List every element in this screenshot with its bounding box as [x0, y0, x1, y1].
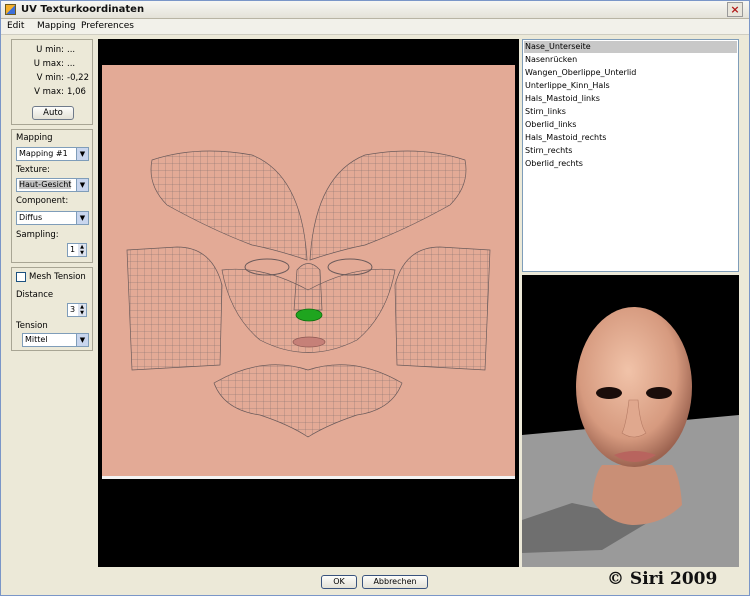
left-panel: U min: ... U max: ... V min: -0,22 V max… [11, 39, 93, 571]
wing-left-upper [150, 150, 308, 261]
uv-range-group: U min: ... U max: ... V min: -0,22 V max… [11, 39, 93, 125]
texture-border [102, 476, 515, 479]
u-max-value: ... [67, 59, 76, 69]
sampling-value: 1 [70, 245, 76, 254]
head-shape [576, 307, 692, 467]
eye-left [596, 387, 622, 399]
window-title: UV Texturkoordinaten [21, 4, 145, 15]
wing-right-upper [309, 150, 467, 261]
list-item[interactable]: Oberlid_links [524, 119, 737, 131]
v-max-label: V max: [34, 87, 64, 97]
head-3d-preview[interactable] [522, 275, 739, 567]
texture-select-value: Haut-Gesicht [19, 180, 72, 189]
sampling-label: Sampling: [16, 230, 59, 240]
eye-left-outline [244, 258, 290, 276]
mesh-tension-label: Mesh Tension [29, 272, 86, 282]
mesh-panel-left [126, 246, 223, 371]
tension-label: Tension [16, 321, 48, 331]
list-item[interactable]: Nase_Unterseite [524, 41, 737, 53]
parts-listbox[interactable]: Nase_Unterseite Nasenrücken Wangen_Oberl… [522, 39, 739, 272]
tension-select[interactable]: Mittel ▼ [22, 333, 89, 347]
title-bar[interactable]: UV Texturkoordinaten × [1, 1, 749, 19]
close-button[interactable]: × [727, 2, 743, 17]
chevron-down-icon[interactable]: ▼ [76, 148, 88, 160]
chevron-down-icon[interactable]: ▼ [76, 212, 88, 224]
uv-viewport[interactable] [98, 39, 519, 567]
cancel-button[interactable]: Abbrechen [362, 575, 428, 589]
texture-label: Texture: [16, 165, 50, 175]
status-line [0, 596, 750, 600]
uv-mesh-wireframe [126, 150, 491, 438]
uv-texture-canvas[interactable] [102, 65, 515, 476]
v-min-value: -0,22 [67, 73, 89, 83]
eye-right-outline [327, 258, 373, 276]
auto-button[interactable]: Auto [32, 106, 74, 120]
tension-select-value: Mittel [25, 335, 48, 344]
u-max-label: U max: [33, 59, 64, 69]
v-max-value: 1,06 [67, 87, 86, 97]
nose-bridge-mesh [293, 263, 323, 311]
list-item[interactable]: Nasenrücken [524, 54, 737, 66]
ok-button[interactable]: OK [321, 575, 357, 589]
chevron-down-icon[interactable]: ▼ [76, 179, 88, 191]
list-item[interactable]: Unterlippe_Kinn_Hals [524, 80, 737, 92]
list-item[interactable]: Wangen_Oberlippe_Unterlid [524, 67, 737, 79]
list-item[interactable]: Stirn_rechts [524, 145, 737, 157]
uv-editor-window: UV Texturkoordinaten × Edit Mapping Pref… [0, 0, 750, 596]
eye-right [646, 387, 672, 399]
menu-mapping[interactable]: Mapping [37, 21, 76, 31]
mapping-label: Mapping [16, 133, 53, 143]
mesh-tension-checkbox[interactable] [16, 272, 26, 282]
mapping-select[interactable]: Mapping #1 ▼ [16, 147, 89, 161]
distance-value: 3 [70, 305, 76, 314]
menu-edit[interactable]: Edit [7, 21, 24, 31]
texture-select[interactable]: Haut-Gesicht ▼ [16, 178, 89, 192]
u-min-label: U min: [36, 45, 64, 55]
spin-down-icon[interactable]: ▼ [78, 310, 86, 316]
u-min-value: ... [67, 45, 76, 55]
mapping-select-value: Mapping #1 [19, 149, 68, 158]
list-item[interactable]: Hals_Mastoid_links [524, 93, 737, 105]
sampling-spinner[interactable]: 1 ▲ ▼ [67, 243, 87, 257]
copyright-watermark: © Siri 2009 [607, 569, 718, 589]
menu-preferences[interactable]: Preferences [81, 21, 134, 31]
head-render [522, 307, 739, 567]
app-icon [5, 4, 16, 15]
list-item[interactable]: Oberlid_rechts [524, 158, 737, 170]
component-label: Component: [16, 196, 69, 206]
chevron-down-icon[interactable]: ▼ [76, 334, 88, 346]
tension-group: Mesh Tension Distance 3 ▲ ▼ Tension Mitt… [11, 267, 93, 351]
mesh-chin-neck [213, 364, 403, 438]
lip-mesh [292, 336, 326, 348]
mapping-group: Mapping Mapping #1 ▼ Texture: Haut-Gesic… [11, 129, 93, 263]
selected-nose-underside[interactable] [295, 308, 323, 322]
list-item[interactable]: Hals_Mastoid_rechts [524, 132, 737, 144]
v-min-label: V min: [36, 73, 64, 83]
distance-spinner[interactable]: 3 ▲ ▼ [67, 303, 87, 317]
mesh-panel-right [394, 246, 491, 371]
list-item[interactable]: Stirn_links [524, 106, 737, 118]
menu-bar: Edit Mapping Preferences [1, 19, 749, 35]
distance-label: Distance [16, 290, 54, 300]
spin-down-icon[interactable]: ▼ [78, 250, 86, 256]
component-select[interactable]: Diffus ▼ [16, 211, 89, 225]
component-select-value: Diffus [19, 213, 43, 222]
